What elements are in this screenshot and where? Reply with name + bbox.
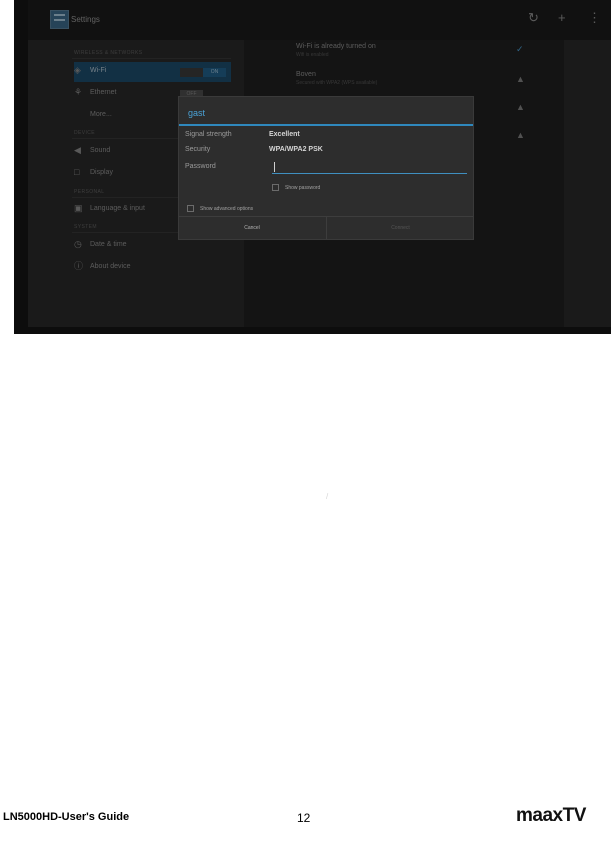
- dialog-title: gast: [188, 108, 206, 118]
- screenshot-frame: Settings ↻ + ⋮ WIRELESS & NETWORKS ◈ Wi-…: [14, 0, 611, 334]
- text-cursor: [274, 162, 275, 172]
- password-label: Password: [185, 163, 216, 170]
- wifi-connect-dialog: gast Signal strength Excellent Security …: [178, 96, 474, 240]
- signal-strength-label: Signal strength: [185, 131, 232, 138]
- connect-button[interactable]: Connect: [326, 217, 474, 239]
- show-password-checkbox[interactable]: [272, 184, 279, 191]
- cancel-button[interactable]: Cancel: [179, 217, 325, 239]
- show-advanced-checkbox[interactable]: [187, 205, 194, 212]
- footer-page-number: 12: [297, 811, 311, 825]
- brand-logo: maaxTV: [516, 805, 586, 826]
- security-label: Security: [185, 146, 211, 153]
- security-value: WPA/WPA2 PSK: [269, 146, 323, 153]
- password-field[interactable]: [272, 161, 467, 174]
- show-advanced-label: Show advanced options: [200, 206, 254, 212]
- show-password-label: Show password: [285, 185, 321, 191]
- ghost-mark: /: [326, 492, 329, 501]
- dialog-title-divider: [179, 124, 473, 126]
- dialog-buttons: Cancel Connect: [179, 216, 473, 239]
- signal-strength-value: Excellent: [269, 131, 300, 138]
- footer-guide-title: LN5000HD-User's Guide: [3, 811, 130, 823]
